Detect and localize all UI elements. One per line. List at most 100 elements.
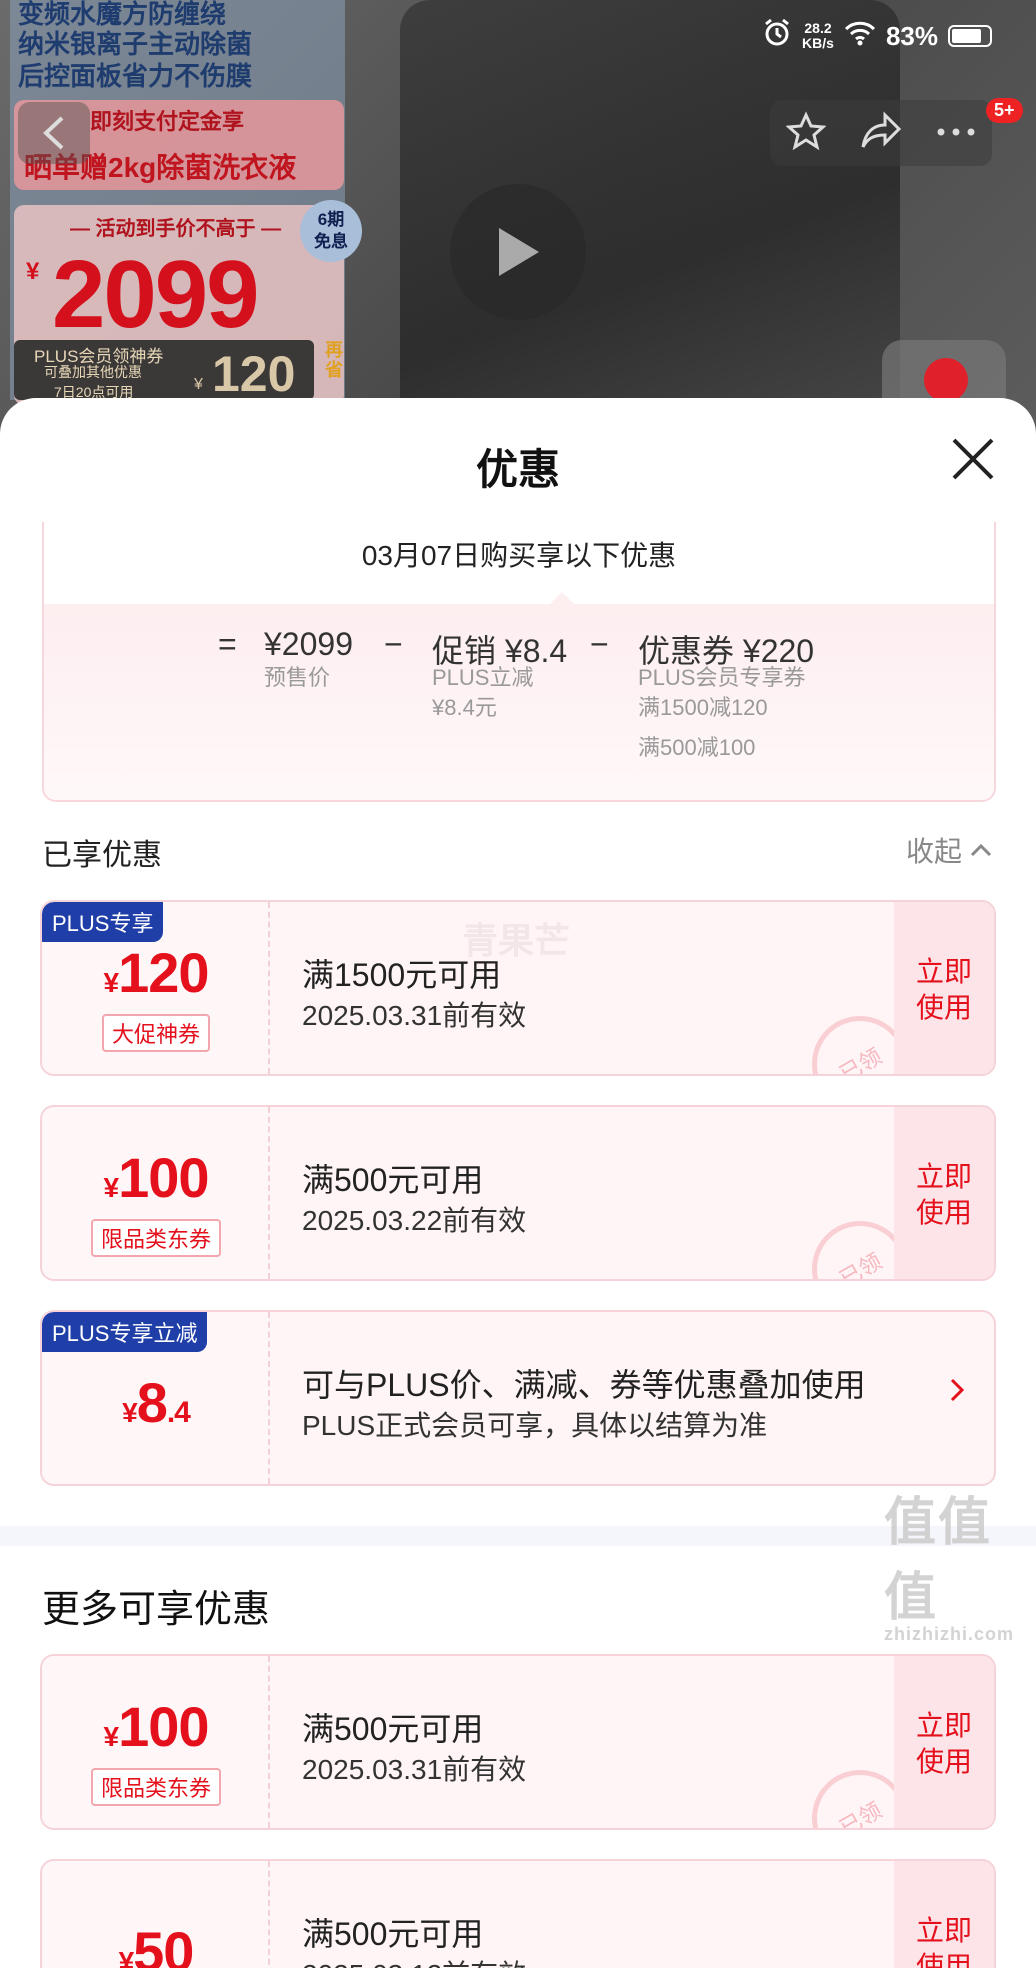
- coupon-validity: PLUS正式会员可享，具体以结算为准: [302, 1410, 768, 1441]
- coupon-amount-value: 100: [118, 1146, 209, 1209]
- discount-sheet: 优惠 03月07日购买享以下优惠 = ¥2099 预售价 − 促销 ¥8.4 P…: [0, 398, 1036, 1968]
- more-dots-icon: [937, 128, 975, 136]
- coupon-kind: 限品类东券: [42, 1219, 270, 1257]
- collapse-button[interactable]: 收起: [906, 830, 992, 870]
- chevron-right-icon: [950, 1378, 965, 1402]
- more-section-title: 更多可享优惠: [42, 1589, 271, 1631]
- save-amount: 120: [212, 346, 296, 402]
- play-icon: [499, 228, 539, 276]
- back-button[interactable]: [18, 102, 90, 164]
- price-caption: — 活动到手价不高于 —: [70, 218, 282, 240]
- close-icon: [952, 438, 994, 480]
- summary-notch: [550, 592, 574, 604]
- watermark-url: zhizhizhi.com: [884, 1624, 1014, 1644]
- coupon-kind-label: 限品类东券: [90, 1768, 221, 1806]
- coupon-card[interactable]: ¥100 限品类东券 满500元可用 2025.03.22前有效 已领 立即 使用: [40, 1105, 996, 1281]
- coupon-yen: ¥: [103, 1721, 119, 1752]
- sheet-title: 优惠: [475, 446, 560, 493]
- chevron-up-icon: [970, 843, 992, 857]
- coupon-sub-1: PLUS会员专享券: [638, 665, 806, 690]
- battery-percent: 83%: [885, 20, 938, 51]
- price-summary: 03月07日购买享以下优惠 = ¥2099 预售价 − 促销 ¥8.4 PLUS…: [42, 522, 996, 802]
- coupon-validity: 2025.03.12前有效: [302, 1953, 526, 1968]
- detail-arrow[interactable]: [950, 1378, 965, 1407]
- coupon-amount-value: 120: [118, 941, 209, 1004]
- floating-action-icon: [924, 358, 968, 402]
- coupon-yen: ¥: [122, 1397, 138, 1428]
- more-button[interactable]: [936, 124, 976, 142]
- coupon-amount: ¥100: [42, 1694, 270, 1759]
- plus-line-2: 可叠加其他优惠: [44, 364, 142, 380]
- coupon-validity: 2025.03.22前有效: [302, 1205, 527, 1236]
- status-bar: 28.2 KB/s 83%: [762, 14, 992, 58]
- presale-price-label: 预售价: [264, 665, 331, 690]
- top-actions: [770, 100, 992, 166]
- share-icon: [861, 110, 902, 148]
- equals-sign: =: [218, 626, 237, 662]
- coupon-amount: ¥50: [42, 1919, 270, 1968]
- summary-body: = ¥2099 预售价 − 促销 ¥8.4 PLUS立减 ¥8.4元 − 优惠券…: [44, 604, 994, 800]
- coupon-tag: PLUS专享: [42, 902, 164, 942]
- coupon-card[interactable]: ¥100 限品类东券 满500元可用 2025.03.31前有效 已领 立即 使用: [40, 1654, 996, 1830]
- use-now-button[interactable]: 立即 使用: [894, 1861, 994, 1968]
- coupon-yen: ¥: [103, 967, 119, 998]
- coupon-tag: PLUS专享立减: [42, 1312, 208, 1352]
- coupon-validity: 2025.03.31前有效: [302, 1000, 527, 1031]
- coupon-condition: 满500元可用: [302, 1711, 484, 1747]
- coupon-kind-label: 大促神券: [101, 1014, 210, 1052]
- coupon-amount-value: 100: [118, 1695, 209, 1758]
- close-button[interactable]: [950, 436, 996, 482]
- hero-price: 2099: [52, 241, 260, 348]
- share-button[interactable]: [859, 110, 903, 156]
- use-now-button[interactable]: 立即 使用: [894, 1107, 994, 1279]
- coupon-amount-value: 50: [133, 1920, 194, 1968]
- site-watermark: 值值值 zhizhizhi.com: [884, 1480, 1036, 1645]
- coupon-amount-value: 8: [136, 1371, 168, 1434]
- net-speed-unit: KB/s: [802, 35, 834, 51]
- star-icon: [785, 110, 827, 150]
- installment-badge: 6期 免息: [300, 200, 362, 262]
- presale-price: ¥2099: [264, 626, 353, 662]
- section-divider: [0, 1526, 1036, 1546]
- coupon-watermark: 青果芒: [462, 920, 571, 961]
- coupon-amount: ¥120: [42, 940, 270, 1005]
- collapse-label: 收起: [906, 836, 963, 867]
- coupon-validity: 2025.03.31前有效: [302, 1754, 527, 1785]
- coupon-card[interactable]: PLUS专享立减 ¥8.4 可与PLUS价、满减、券等优惠叠加使用 PLUS正式会员可…: [40, 1310, 996, 1486]
- feature-line-3: 后控面板省力不伤膜: [18, 61, 253, 91]
- promo-sub-1: PLUS立减: [432, 665, 534, 690]
- play-video-button[interactable]: [450, 184, 586, 320]
- purchase-date-line: 03月07日购买享以下优惠: [361, 540, 677, 571]
- coupon-yen: ¥: [118, 1946, 135, 1968]
- coupon-amount: ¥8.4: [42, 1370, 270, 1435]
- coupon-card[interactable]: PLUS专享 ¥120 大促神券 满1500元可用 2025.03.31前有效 已领 立即 …: [40, 900, 996, 1076]
- enjoyed-section-title: 已享优惠: [42, 839, 162, 872]
- minus-sign-1: −: [384, 626, 403, 662]
- net-speed-value: 28.2: [804, 20, 832, 36]
- coupon-amount: ¥100: [42, 1145, 270, 1210]
- coupon-sub-3: 满500减100: [638, 735, 756, 760]
- coupon-amount-decimal: .4: [166, 1396, 191, 1429]
- save-yen: ¥: [194, 376, 203, 393]
- wifi-icon: [844, 20, 876, 53]
- deposit-text: 即刻支付定金享: [90, 109, 245, 134]
- price-yen: ¥: [26, 258, 40, 285]
- save-label: 再省: [325, 340, 343, 380]
- coupon-condition: 可与PLUS价、满减、券等优惠叠加使用: [302, 1367, 866, 1403]
- coupon-condition: 满500元可用: [302, 1162, 484, 1198]
- coupon-kind: 大促神券: [42, 1014, 270, 1052]
- favorite-button[interactable]: [785, 110, 827, 156]
- coupon-sub-2: 满1500减120: [638, 695, 768, 720]
- coupon-condition: 满500元可用: [302, 1916, 484, 1952]
- alarm-icon: [762, 18, 792, 55]
- coupon-yen: ¥: [103, 1172, 119, 1203]
- battery-fill: [952, 29, 982, 43]
- minus-sign-2: −: [590, 626, 609, 662]
- coupon-card[interactable]: ¥50 满500元可用2025.03.12前有效 立即 使用: [40, 1859, 996, 1968]
- chevron-left-icon: [43, 116, 64, 150]
- network-speed: 28.2 KB/s: [802, 21, 834, 51]
- use-now-button[interactable]: 立即 使用: [894, 1656, 994, 1828]
- promo-sub-2: ¥8.4元: [432, 695, 497, 720]
- coupon-kind-label: 限品类东券: [90, 1219, 221, 1257]
- use-now-button[interactable]: 立即 使用: [894, 902, 994, 1074]
